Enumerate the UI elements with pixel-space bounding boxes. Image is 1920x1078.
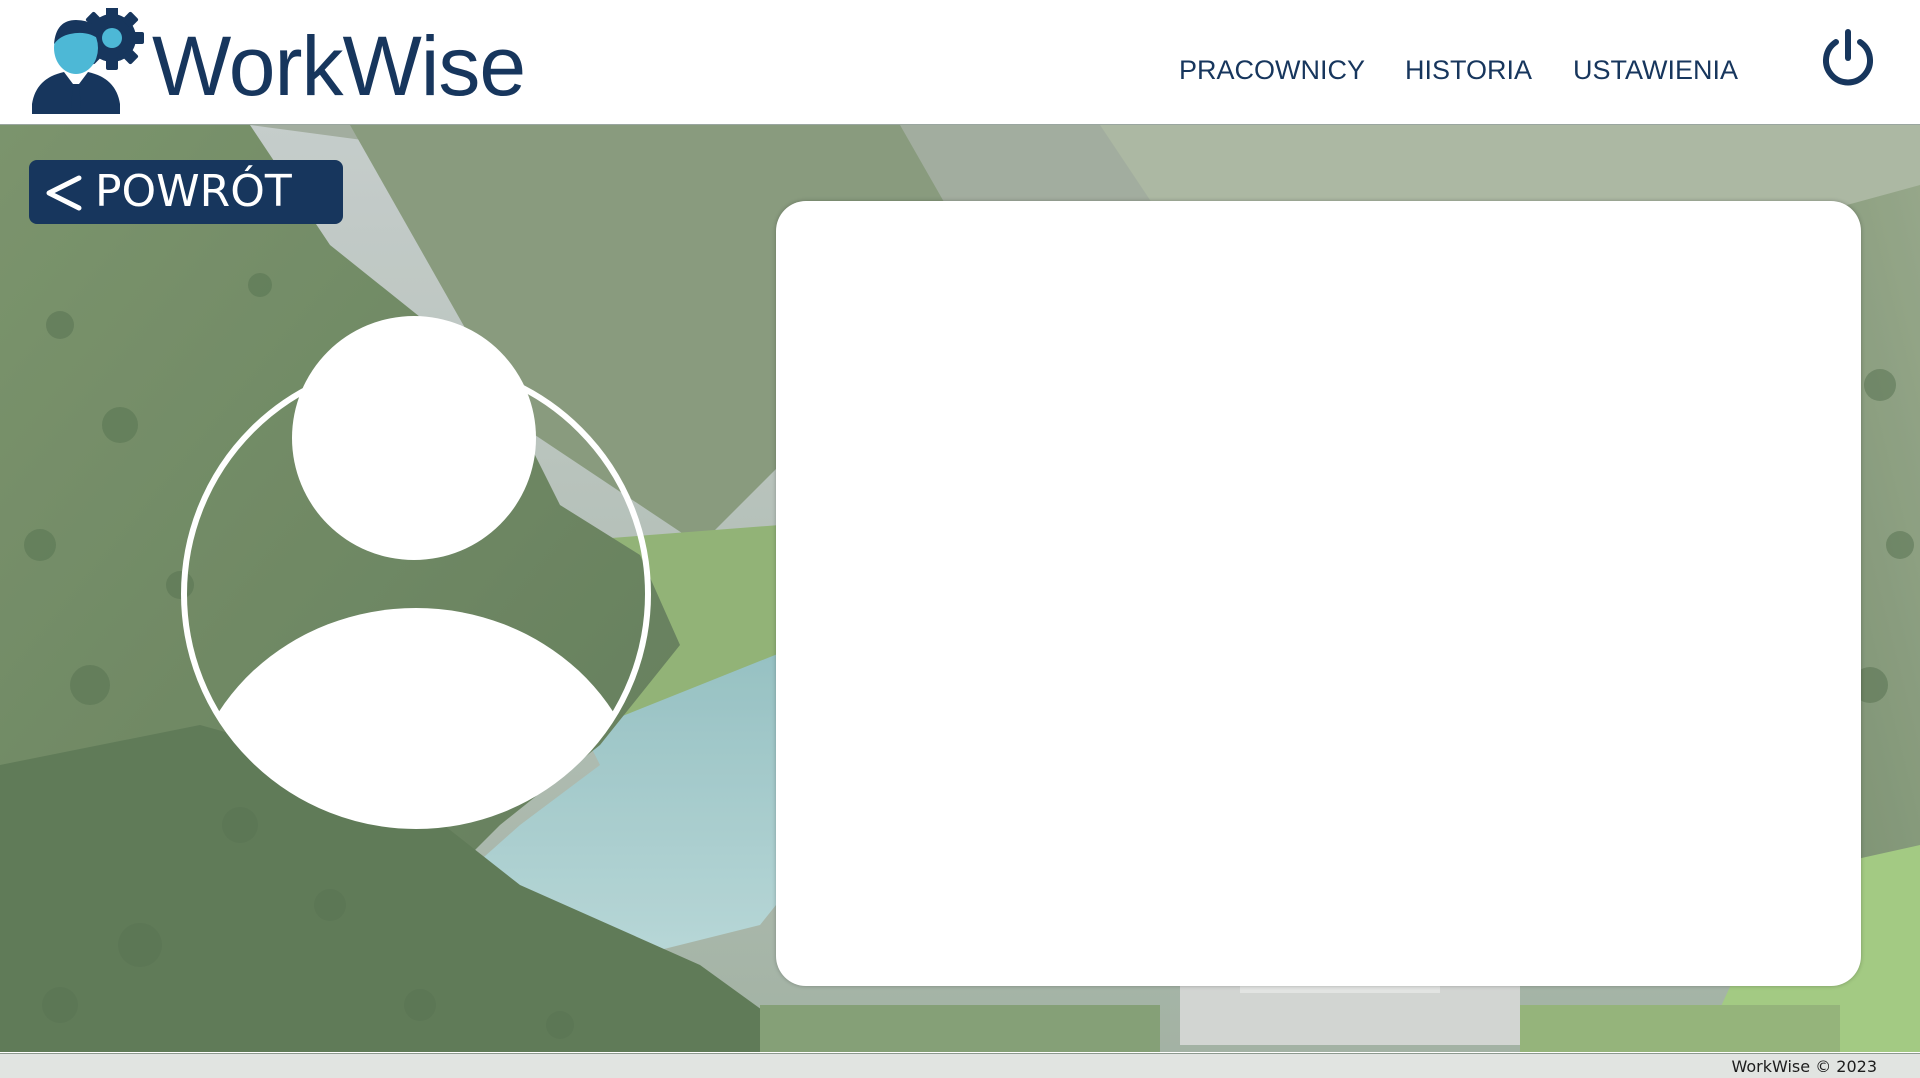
footer-copyright: WorkWise © 2023 [1731, 1057, 1878, 1076]
person-with-gear-icon [30, 6, 148, 114]
nav-item-ustawienia[interactable]: USTAWIENIA [1573, 52, 1738, 88]
back-button[interactable]: POWRÓT [29, 160, 343, 224]
brand-name: WorkWise [152, 19, 526, 113]
nav-item-historia[interactable]: HISTORIA [1405, 52, 1532, 88]
top-navigation-bar: WorkWise PRACOWNICY HISTORIA USTAWIENIA [0, 0, 1920, 125]
user-placeholder-icon [176, 312, 656, 836]
employee-details-panel [776, 201, 1861, 986]
nav-item-pracownicy[interactable]: PRACOWNICY [1179, 52, 1365, 88]
power-icon[interactable] [1818, 28, 1878, 88]
chevron-left-icon [43, 174, 83, 212]
back-button-label: POWRÓT [95, 166, 292, 217]
footer: WorkWise © 2023 [0, 1053, 1920, 1078]
